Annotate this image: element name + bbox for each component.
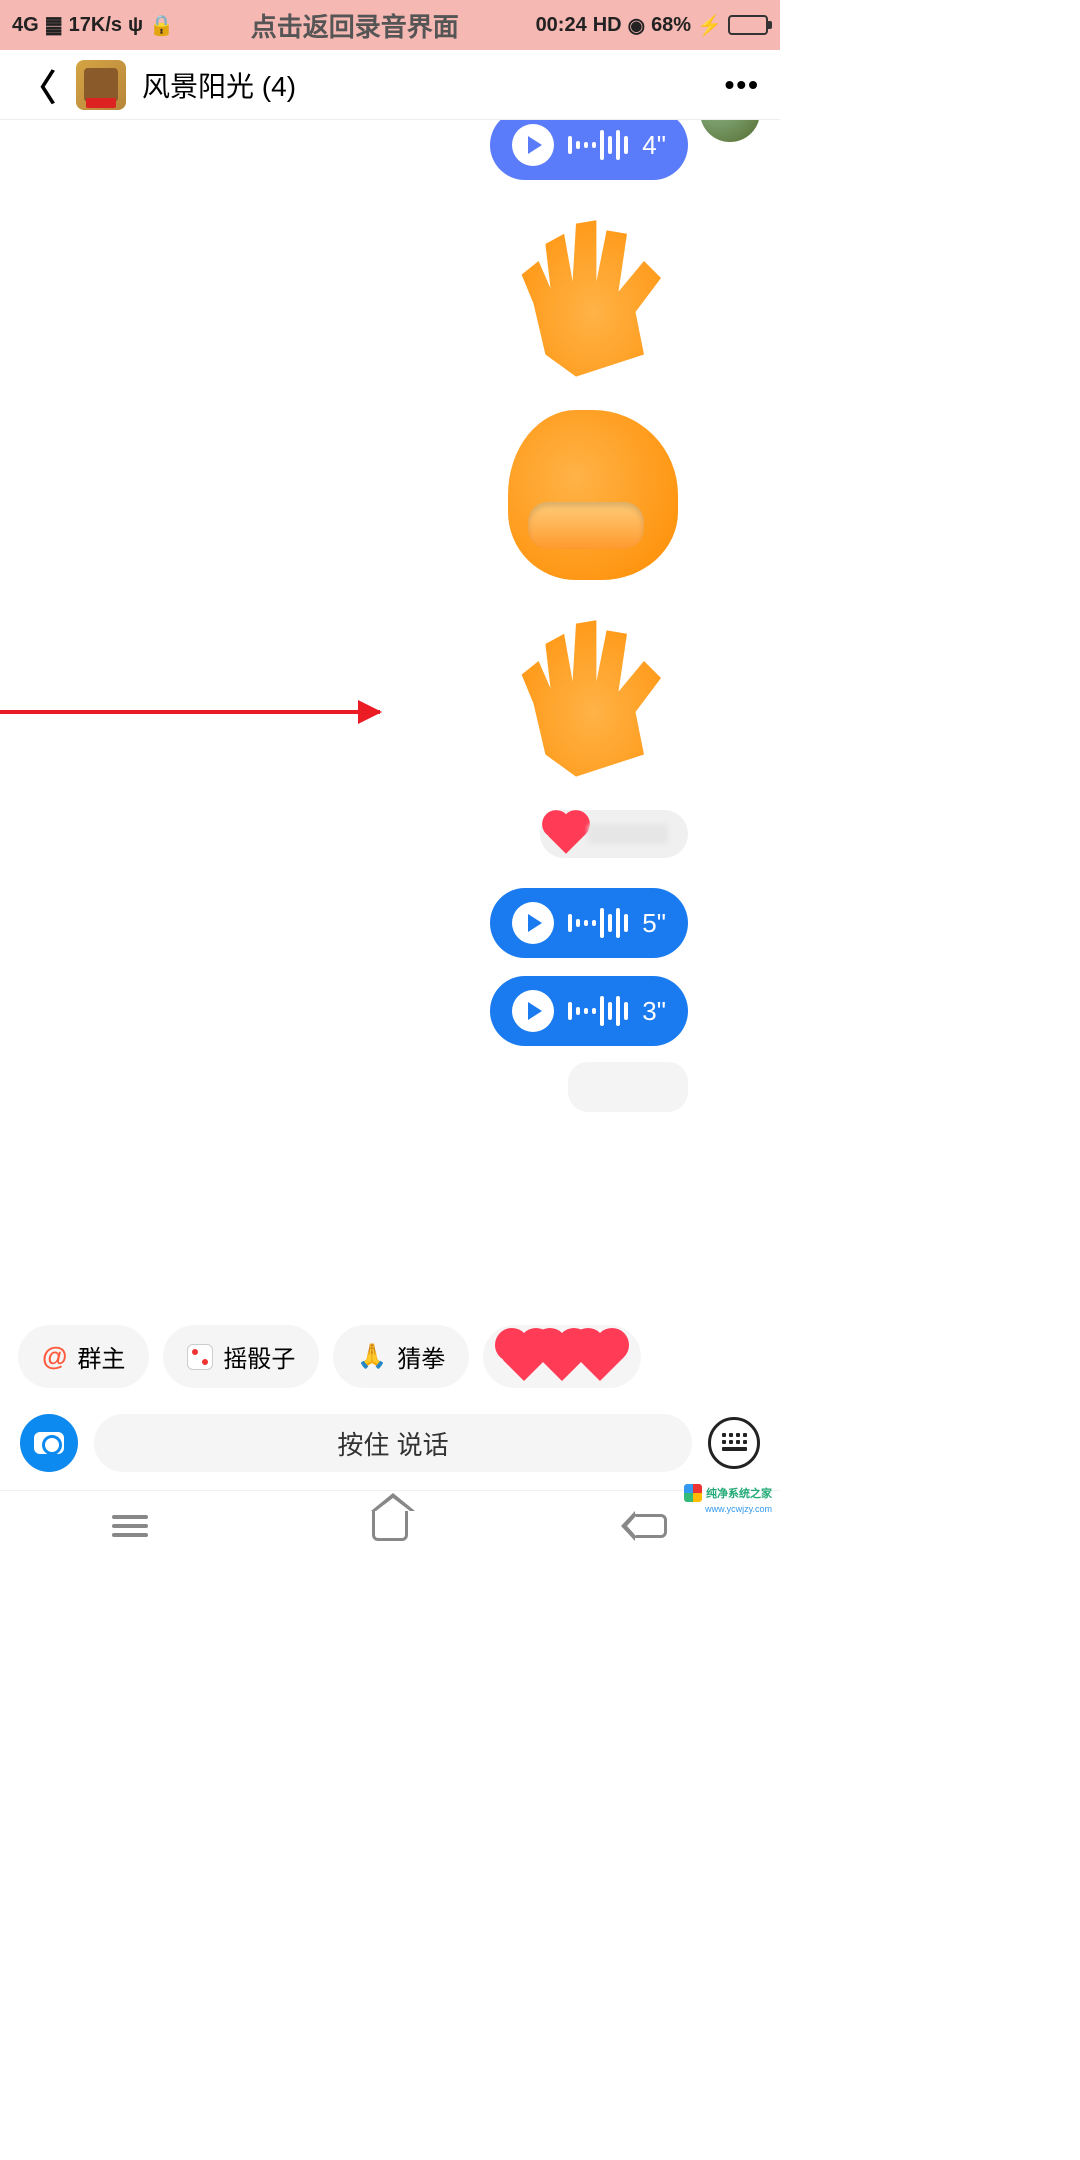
- back-button[interactable]: 〈: [20, 59, 56, 111]
- nav-menu-button[interactable]: [109, 1508, 151, 1544]
- pending-chip[interactable]: [568, 1062, 688, 1112]
- watermark-logo-icon: [684, 1484, 702, 1502]
- network-label: 4G: [12, 14, 39, 37]
- sticker-fist[interactable]: [508, 410, 678, 580]
- message-voice-1: 4": [20, 120, 760, 180]
- play-icon[interactable]: [512, 990, 554, 1032]
- sticker-hand-open[interactable]: [508, 210, 678, 380]
- voice-duration: 5": [642, 908, 666, 939]
- voice-bubble[interactable]: 5": [490, 888, 688, 958]
- menu-icon: [112, 1510, 148, 1542]
- quick-reply-row[interactable]: @ 群主 摇骰子 🙏 猜拳: [0, 1311, 780, 1402]
- signal-icon: ䷀: [45, 13, 63, 38]
- wifi-icon: ◉: [628, 13, 645, 38]
- guess-icon: 🙏: [357, 1342, 387, 1371]
- quick-label: 摇骰子: [223, 1339, 295, 1374]
- hold-to-talk-button[interactable]: 按住 说话: [94, 1414, 692, 1472]
- watermark: 纯净系统之家: [684, 1484, 772, 1502]
- play-icon[interactable]: [512, 124, 554, 166]
- watermark-url: www.ycwjzy.com: [705, 1504, 772, 1514]
- sticker-hand-open[interactable]: [508, 610, 678, 780]
- heart-icon: [576, 1332, 624, 1380]
- nav-back-button[interactable]: [629, 1508, 671, 1544]
- quick-at-owner[interactable]: @ 群主: [18, 1325, 149, 1388]
- nav-home-button[interactable]: [369, 1508, 411, 1544]
- message-quote: [20, 810, 760, 870]
- speed-label: 17K/s: [69, 14, 122, 37]
- more-button[interactable]: •••: [725, 69, 760, 101]
- message-sticker-hand-open-1: [20, 210, 760, 380]
- quick-hearts[interactable]: [483, 1325, 641, 1388]
- chat-title[interactable]: 风景阳光 (4): [142, 65, 725, 105]
- system-nav-bar: [0, 1490, 780, 1560]
- keyboard-toggle-button[interactable]: [708, 1417, 760, 1469]
- battery-icon: [728, 15, 768, 35]
- dice-icon: [187, 1344, 213, 1370]
- heart-icon: [546, 814, 586, 854]
- status-bar: 4G ䷀ 17K/s ψ 🔒 点击返回录音界面 00:24 HD ◉ 68% ⚡: [0, 0, 780, 50]
- hd-label: HD: [593, 14, 622, 37]
- voice-duration: 3": [642, 996, 666, 1027]
- quick-guess[interactable]: 🙏 猜拳: [333, 1325, 469, 1388]
- keyboard-icon: [722, 1433, 747, 1453]
- usb-icon: ψ: [128, 14, 143, 37]
- lock-icon: 🔒: [149, 13, 174, 38]
- group-avatar[interactable]: [76, 60, 126, 110]
- chat-header: 〈 风景阳光 (4) •••: [0, 50, 780, 120]
- quote-chip[interactable]: [540, 810, 688, 858]
- voice-bubble[interactable]: 4": [490, 120, 688, 180]
- quick-dice[interactable]: 摇骰子: [163, 1325, 319, 1388]
- home-icon: [372, 1511, 408, 1541]
- message-voice-2: 5": [20, 888, 760, 958]
- annotation-arrow: [0, 710, 380, 714]
- input-bar: 按住 说话: [0, 1402, 780, 1490]
- sender-avatar[interactable]: [700, 120, 760, 142]
- quick-label: 群主: [77, 1339, 125, 1374]
- message-voice-3: 3": [20, 976, 760, 1046]
- overlay-hint[interactable]: 点击返回录音界面: [251, 7, 459, 44]
- waveform-icon: [568, 130, 628, 160]
- message-sticker-fist: [20, 410, 760, 580]
- play-icon[interactable]: [512, 902, 554, 944]
- quick-label: 猜拳: [397, 1339, 445, 1374]
- waveform-icon: [568, 908, 628, 938]
- voice-bubble[interactable]: 3": [490, 976, 688, 1046]
- battery-pct: 68%: [651, 14, 691, 37]
- waveform-icon: [568, 996, 628, 1026]
- camera-button[interactable]: [20, 1414, 78, 1472]
- message-pending: [20, 1056, 760, 1116]
- message-sticker-hand-open-2: [20, 610, 760, 780]
- quote-text-blurred: [588, 824, 668, 844]
- clock: 00:24: [536, 14, 587, 37]
- voice-duration: 4": [642, 130, 666, 161]
- watermark-text: 纯净系统之家: [706, 1485, 772, 1501]
- at-icon: @: [42, 1341, 67, 1372]
- back-icon: [633, 1514, 667, 1538]
- hold-to-talk-label: 按住 说话: [337, 1425, 448, 1462]
- message-list[interactable]: 4" 5" 3": [0, 120, 780, 1311]
- camera-icon: [34, 1432, 64, 1454]
